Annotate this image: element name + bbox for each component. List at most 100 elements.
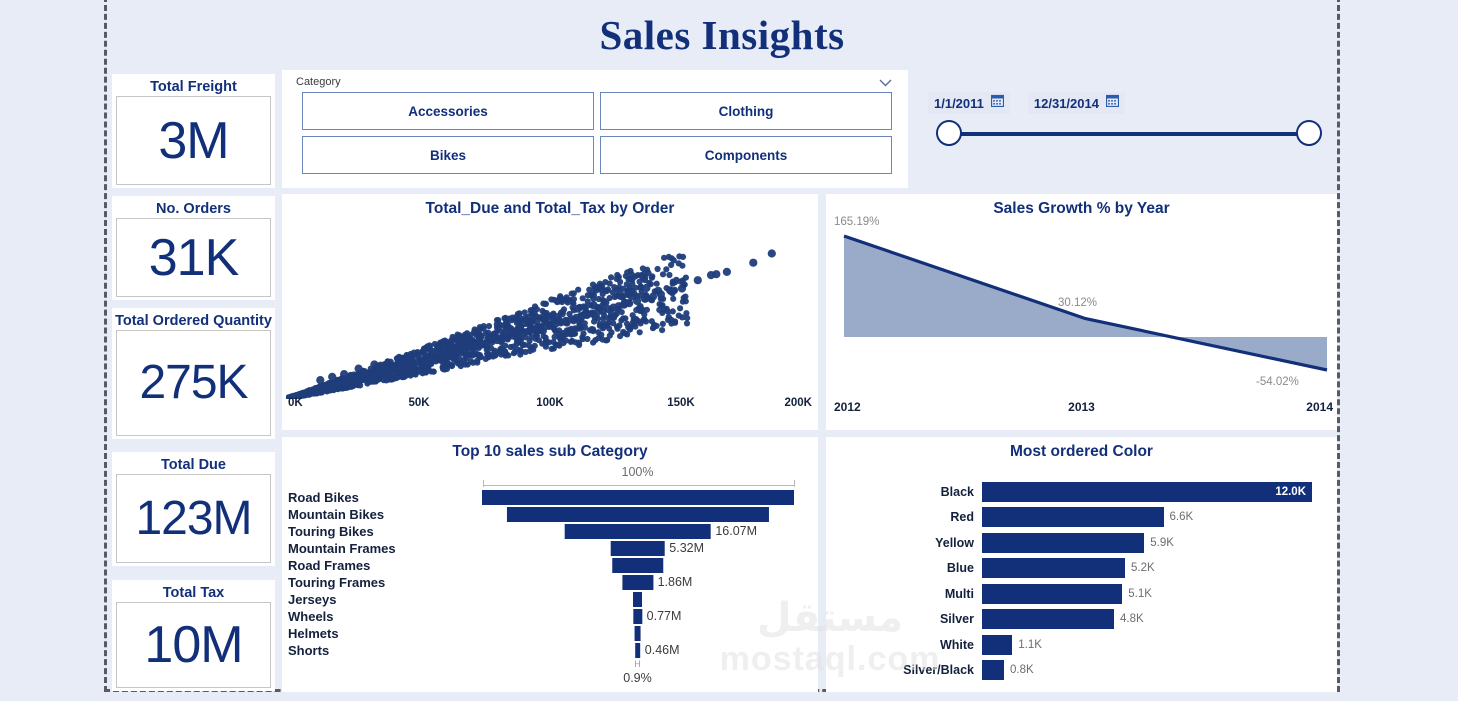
kpi-card-total-ordered-quantity[interactable]: Total Ordered Quantity 275K (112, 308, 275, 439)
slicer-items: Accessories Clothing Bikes Components (296, 92, 898, 174)
funnel-value-label: 1.86M (658, 574, 693, 591)
date-slider-handle-end[interactable] (1296, 120, 1322, 146)
funnel-row[interactable]: 0.77M (465, 608, 810, 625)
kpi-value-box: 3M (116, 96, 271, 185)
date-start-field[interactable]: 1/1/2011 (928, 92, 1010, 114)
area-data-label: 30.12% (1058, 297, 1097, 309)
kpi-value-box: 275K (116, 330, 271, 436)
calendar-icon[interactable] (991, 94, 1004, 112)
category-slicer[interactable]: Category Accessories Clothing Bikes Comp… (282, 70, 908, 188)
page-title: Sales Insights (599, 11, 844, 59)
color-category-label: Yellow (826, 536, 982, 550)
color-category-label: White (826, 638, 982, 652)
color-bar-wrap: 0.8K (982, 658, 1337, 684)
color-bar (982, 507, 1164, 527)
funnel-row[interactable]: 0.46M (465, 642, 810, 659)
funnel-label: Wheels (288, 608, 463, 625)
color-bar (982, 533, 1144, 553)
funnel-axis-cap-left (483, 480, 484, 487)
color-bar-row[interactable]: Silver/Black 0.8K (826, 658, 1337, 684)
color-bar (982, 558, 1125, 578)
color-value-label: 5.1K (1122, 588, 1152, 600)
scatter-x-tick: 100K (536, 397, 564, 409)
color-bar-wrap: 12.0K (982, 479, 1337, 505)
chart-scatter-total-due-tax[interactable]: Total_Due and Total_Tax by Order 0K 50K 10… (282, 194, 818, 430)
chart-top10-sub-category[interactable]: Top 10 sales sub Category 100% Road Bike… (282, 437, 818, 692)
date-inputs-row: 1/1/2011 12/31/2014 (928, 92, 1125, 114)
kpi-title: No. Orders (112, 196, 275, 218)
calendar-icon[interactable] (1106, 94, 1119, 112)
funnel-label: Jerseys (288, 591, 463, 608)
color-bar-wrap: 5.9K (982, 530, 1337, 556)
slicer-item-bikes[interactable]: Bikes (302, 136, 594, 174)
color-bar-row[interactable]: Red 6.6K (826, 505, 1337, 531)
funnel-bar (635, 643, 641, 658)
color-bar-wrap: 6.6K (982, 505, 1337, 531)
kpi-value: 275K (139, 359, 247, 407)
color-value-label: 1.1K (1012, 639, 1042, 651)
funnel-value-label: 5.32M (669, 540, 704, 557)
kpi-value: 31K (149, 232, 239, 284)
funnel-row[interactable] (465, 591, 810, 608)
color-value-label: 4.8K (1114, 613, 1144, 625)
kpi-title: Total Due (112, 452, 275, 474)
kpi-value-box: 10M (116, 602, 271, 688)
kpi-value: 123M (135, 495, 251, 543)
color-bar-row[interactable]: White 1.1K (826, 632, 1337, 658)
scatter-x-axis: 0K 50K 100K 150K 200K (288, 397, 812, 415)
date-slider-track[interactable] (950, 132, 1300, 136)
chart-title: Sales Growth % by Year (826, 194, 1337, 218)
scatter-x-tick: 0K (288, 397, 303, 409)
chart-title: Top 10 sales sub Category (282, 437, 818, 461)
color-bar-row[interactable]: Blue 5.2K (826, 556, 1337, 582)
kpi-card-total-tax[interactable]: Total Tax 10M (112, 580, 275, 691)
kpi-value-box: 123M (116, 474, 271, 563)
kpi-title: Total Ordered Quantity (112, 308, 275, 330)
kpi-card-total-freight[interactable]: Total Freight 3M (112, 74, 275, 188)
slicer-item-clothing[interactable]: Clothing (600, 92, 892, 130)
color-bar-row[interactable]: Silver 4.8K (826, 607, 1337, 633)
funnel-row[interactable]: 5.32M (465, 540, 810, 557)
funnel-label: Road Frames (288, 557, 463, 574)
color-bar-row[interactable]: Black 12.0K (826, 479, 1337, 505)
funnel-label: Helmets (288, 625, 463, 642)
funnel-row[interactable]: 16.07M (465, 523, 810, 540)
chart-sales-growth-by-year[interactable]: Sales Growth % by Year 165.19% 30.12% -54.… (826, 194, 1337, 430)
funnel-bottom-axis: H 0.9% (465, 659, 810, 693)
date-end-value: 12/31/2014 (1034, 96, 1099, 111)
funnel-row[interactable] (465, 506, 810, 523)
funnel-row[interactable]: 1.86M (465, 574, 810, 591)
date-end-field[interactable]: 12/31/2014 (1028, 92, 1125, 114)
funnel-bar (612, 558, 663, 573)
funnel-label: Road Bikes (288, 489, 463, 506)
kpi-value-box: 31K (116, 218, 271, 297)
date-start-value: 1/1/2011 (934, 96, 984, 111)
kpi-title: Total Tax (112, 580, 275, 602)
funnel-row[interactable] (465, 557, 810, 574)
area-plot-area (826, 222, 1337, 400)
chart-most-ordered-color[interactable]: Most ordered Color Black 12.0K Red 6.6K Yell… (826, 437, 1337, 692)
funnel-label: Touring Bikes (288, 523, 463, 540)
date-slider-handle-start[interactable] (936, 120, 962, 146)
color-value-label: 5.9K (1144, 537, 1174, 549)
date-range-slicer[interactable]: 1/1/2011 12/31/2014 (914, 70, 1336, 188)
color-bar (982, 609, 1114, 629)
color-bar-row[interactable]: Multi 5.1K (826, 581, 1337, 607)
kpi-card-total-due[interactable]: Total Due 123M (112, 452, 275, 566)
color-bar (982, 635, 1012, 655)
color-bar-wrap: 5.2K (982, 556, 1337, 582)
kpi-card-no-orders[interactable]: No. Orders 31K (112, 196, 275, 300)
color-bar (982, 584, 1122, 604)
color-bar-wrap: 5.1K (982, 581, 1337, 607)
funnel-label: Mountain Frames (288, 540, 463, 557)
funnel-top-percent: 100% (465, 465, 810, 479)
slicer-item-accessories[interactable]: Accessories (302, 92, 594, 130)
chevron-down-icon[interactable] (879, 79, 892, 87)
color-category-label: Blue (826, 561, 982, 575)
funnel-bars: 16.07M 5.32M 1.86M 0.77M 0.46M (465, 489, 810, 664)
slicer-item-components[interactable]: Components (600, 136, 892, 174)
funnel-bar (633, 592, 643, 607)
funnel-row[interactable] (465, 625, 810, 642)
color-bar-row[interactable]: Yellow 5.9K (826, 530, 1337, 556)
funnel-row[interactable] (465, 489, 810, 506)
